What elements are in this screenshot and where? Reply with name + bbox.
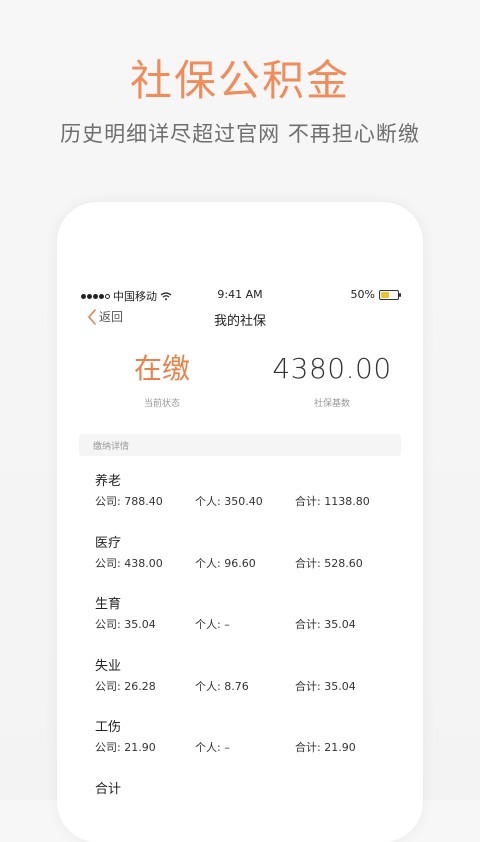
personal-amount: 个人: 96.60 [195, 556, 256, 570]
phone-screen: 中国移动 9:41 AM 50% 返回 我的社保 在缴 当前状态 4380.00… [57, 202, 423, 842]
page-title: 我的社保 [213, 314, 266, 329]
section-header: 缴纳详情 [79, 434, 401, 456]
status-value: 在缴 [133, 352, 190, 385]
section-title: 缴纳详情 [93, 442, 130, 452]
item-name: 养老 [95, 474, 122, 489]
personal-amount: 个人: 350.40 [195, 495, 263, 508]
item-name: 失业 [95, 658, 122, 674]
base-summary: 4380.00 社保基数 [257, 352, 407, 409]
company-amount: 公司: 21.90 [95, 741, 156, 754]
summary-panel: 在缴 当前状态 4380.00 社保基数 [57, 352, 423, 422]
list-item[interactable]: 养老 公司: 788.40 个人: 350.40 合计: 1138.80 [57, 456, 423, 518]
status-summary: 在缴 当前状态 [102, 352, 222, 409]
item-name: 工伤 [95, 720, 122, 735]
total-amount: 合计: 528.60 [295, 556, 363, 570]
promo-title: 社保公积金 [129, 56, 350, 105]
company-amount: 公司: 26.28 [95, 679, 156, 693]
status-label: 当前状态 [143, 398, 180, 409]
list-item[interactable]: 生育 公司: 35.04 个人: – 合计: 35.04 [57, 579, 423, 641]
total-amount: 合计: 35.04 [295, 618, 356, 631]
total-amount: 合计: 21.90 [295, 741, 356, 754]
list-item[interactable]: 工伤 公司: 21.90 个人: – 合计: 21.90 [57, 702, 423, 764]
contribution-list: 养老 公司: 788.40 个人: 350.40 合计: 1138.80 医疗 … [57, 456, 423, 825]
personal-amount: 个人: – [195, 618, 230, 631]
item-name: 生育 [95, 597, 122, 612]
status-right: 50% [350, 288, 401, 301]
company-amount: 公司: 35.04 [95, 618, 156, 631]
company-amount: 公司: 788.40 [95, 495, 163, 508]
item-name: 医疗 [95, 535, 122, 551]
list-item[interactable]: 医疗 公司: 438.00 个人: 96.60 合计: 528.60 [57, 518, 423, 580]
personal-amount: 个人: – [195, 741, 230, 754]
nav-bar: 返回 我的社保 [57, 308, 423, 334]
total-amount: 合计: 1138.80 [295, 495, 370, 508]
status-bar: 中国移动 9:41 AM 50% [81, 288, 401, 304]
battery-fill [381, 291, 389, 298]
total-amount: 合计: 35.04 [295, 679, 356, 693]
list-item[interactable]: 失业 公司: 26.28 个人: 8.76 合计: 35.04 [57, 641, 423, 703]
personal-amount: 个人: 8.76 [195, 679, 249, 693]
battery-percent: 50% [350, 288, 375, 301]
company-amount: 公司: 438.00 [95, 556, 163, 570]
promo-subtitle: 历史明细详尽超过官网 不再担心断缴 [60, 122, 420, 146]
battery-icon [379, 289, 401, 300]
list-item[interactable]: 合计 [57, 764, 423, 826]
base-value: 4380.00 [272, 352, 392, 385]
base-label: 社保基数 [313, 398, 350, 409]
item-name: 合计 [95, 781, 122, 797]
